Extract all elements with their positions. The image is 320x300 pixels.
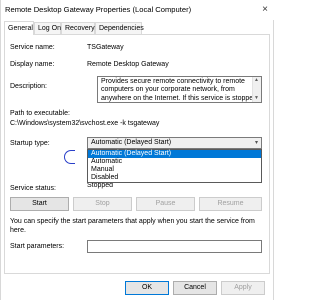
startup-type-label: Startup type: — [10, 140, 50, 147]
startup-type-value: Automatic (Delayed Start) — [91, 139, 172, 146]
path-label: Path to executable: — [10, 110, 70, 117]
option-automatic-delayed[interactable]: Automatic (Delayed Start) — [88, 150, 261, 158]
option-manual[interactable]: Manual — [88, 166, 261, 174]
stop-button[interactable]: Stop — [73, 197, 132, 211]
service-name-value: TSGateway — [87, 44, 124, 51]
path-value: C:\Windows\system32\svchost.exe -k tsgat… — [10, 120, 160, 127]
window-title: Remote Desktop Gateway Properties (Local… — [5, 5, 192, 14]
tab-recovery[interactable]: Recovery — [61, 22, 95, 34]
start-params-label: Start parameters: — [10, 243, 65, 250]
description-box[interactable]: Provides secure remote connectivity to r… — [97, 76, 262, 103]
annotation-bracket — [64, 150, 75, 164]
close-icon[interactable]: × — [258, 3, 272, 17]
scroll-up-icon[interactable]: ▲ — [254, 78, 259, 83]
display-name-value: Remote Desktop Gateway — [87, 61, 169, 68]
description-scrollbar[interactable]: ▲ ▼ — [252, 77, 261, 102]
option-automatic[interactable]: Automatic — [88, 158, 261, 166]
tab-log-on[interactable]: Log On — [34, 22, 61, 34]
option-disabled[interactable]: Disabled — [88, 174, 261, 182]
cancel-button[interactable]: Cancel — [173, 281, 217, 295]
title-bar: Remote Desktop Gateway Properties (Local… — [1, 0, 275, 20]
start-params-input[interactable] — [87, 240, 262, 253]
service-status-value: Stopped — [87, 182, 114, 189]
apply-button[interactable]: Apply — [221, 281, 265, 295]
pause-button[interactable]: Pause — [136, 197, 195, 211]
service-name-label: Service name: — [10, 44, 55, 51]
start-button[interactable]: Start — [10, 197, 69, 211]
service-status-label: Service status: — [10, 185, 56, 192]
description-text: Provides secure remote connectivity to r… — [101, 78, 258, 102]
chevron-down-icon[interactable]: ▾ — [255, 138, 258, 148]
tab-general[interactable]: General — [4, 21, 34, 35]
scroll-down-icon[interactable]: ▼ — [254, 96, 259, 101]
description-label: Description: — [10, 83, 47, 90]
display-name-label: Display name: — [10, 61, 55, 68]
ok-button[interactable]: OK — [125, 281, 169, 295]
start-params-hint: You can specify the start parameters tha… — [10, 218, 255, 234]
startup-type-dropdown: Automatic (Delayed Start) Automatic Manu… — [87, 149, 262, 183]
resume-button[interactable]: Resume — [199, 197, 262, 211]
service-properties-dialog: Remote Desktop Gateway Properties (Local… — [0, 0, 275, 300]
tab-dependencies[interactable]: Dependencies — [95, 22, 144, 34]
startup-type-select[interactable]: Automatic (Delayed Start) ▾ — [87, 137, 262, 149]
